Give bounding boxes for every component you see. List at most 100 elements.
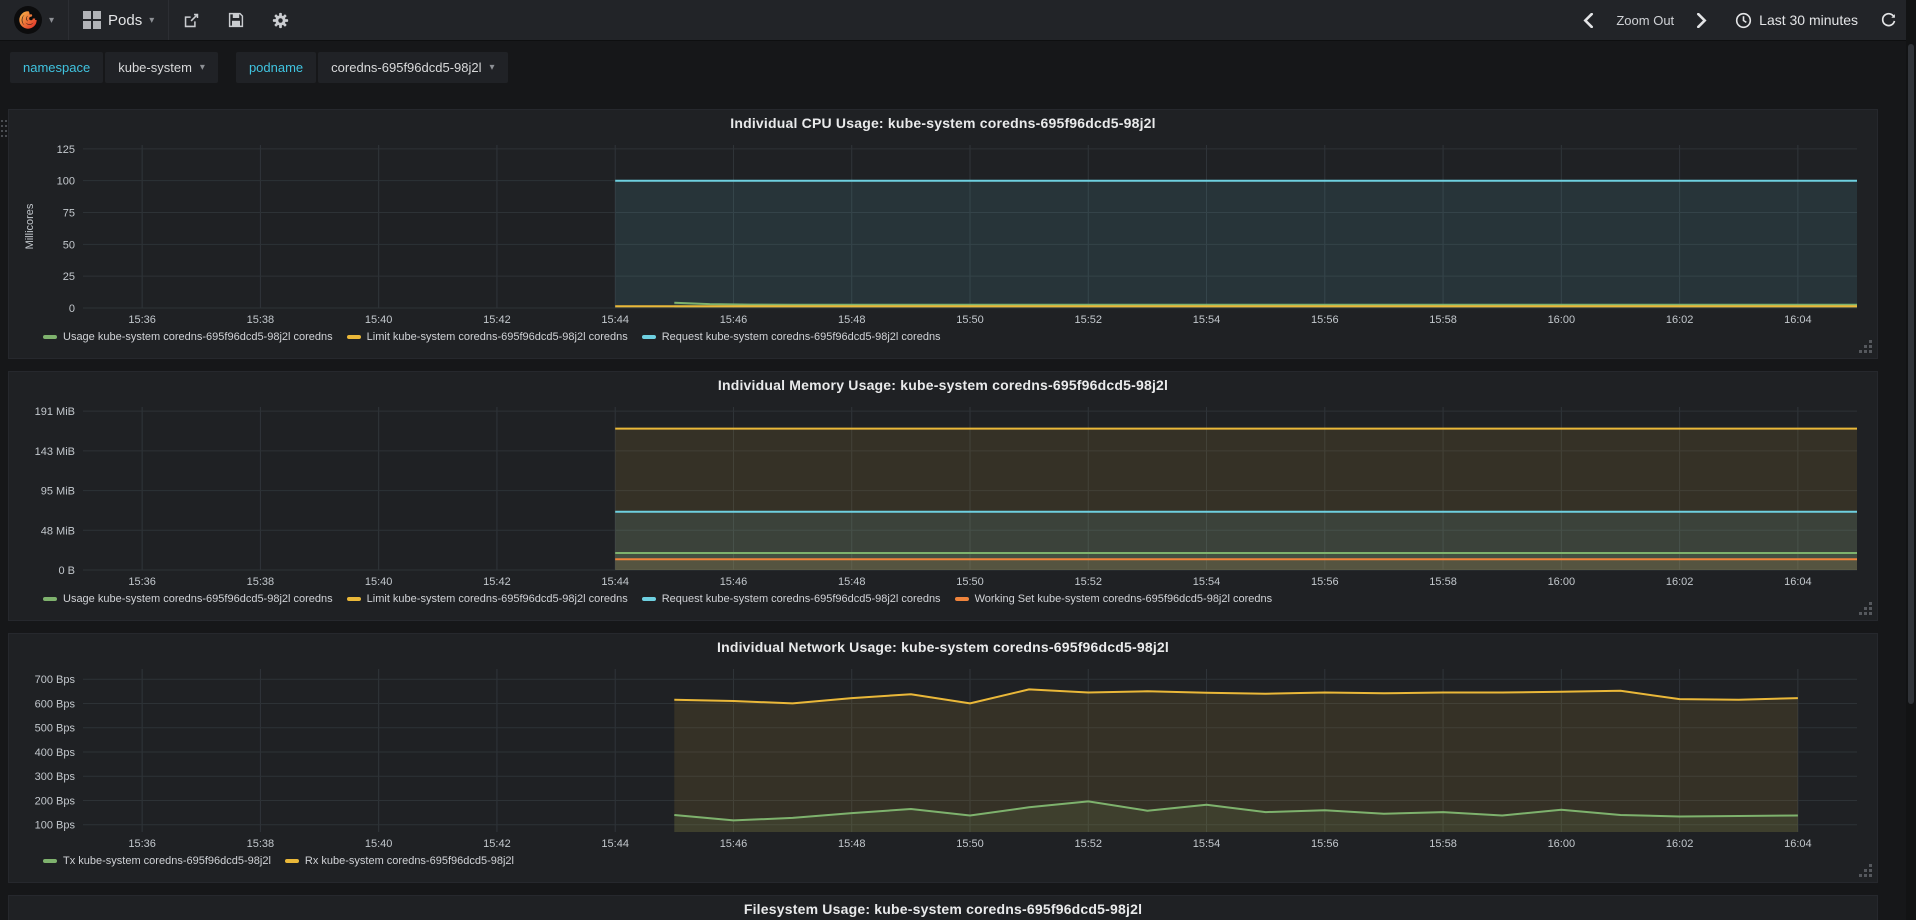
memory-chart[interactable]: 15:36 15:38 15:40 15:42 15:44 15:46 15:48 15:50… bbox=[17, 399, 1869, 591]
svg-text:15:48: 15:48 bbox=[838, 838, 866, 850]
legend-item[interactable]: Limit kube-system coredns-695f96dcd5-98j… bbox=[346, 593, 628, 605]
grafana-menu-button[interactable]: ▾ bbox=[0, 0, 68, 40]
svg-text:15:38: 15:38 bbox=[247, 576, 275, 588]
legend-series-name: Limit kube-system coredns-695f96dcd5-98j… bbox=[366, 593, 628, 605]
dashboard-picker[interactable]: Pods ▾ bbox=[69, 0, 168, 40]
legend-item[interactable]: Rx kube-system coredns-695f96dcd5-98j2l bbox=[284, 855, 514, 867]
svg-text:95 MiB: 95 MiB bbox=[41, 486, 75, 498]
svg-text:400 Bps: 400 Bps bbox=[35, 747, 76, 759]
legend-series-color bbox=[284, 859, 299, 863]
cpu-chart[interactable]: 15:36 15:38 15:40 15:42 15:44 15:46 15:48 15:50… bbox=[17, 137, 1869, 329]
svg-text:15:42: 15:42 bbox=[483, 838, 511, 850]
legend-series-color bbox=[43, 859, 57, 863]
legend-item[interactable]: Tx kube-system coredns-695f96dcd5-98j2l bbox=[43, 855, 271, 867]
network-legend: Tx kube-system coredns-695f96dcd5-98j2l R… bbox=[43, 855, 1869, 867]
legend-item[interactable]: Usage kube-system coredns-695f96dcd5-98j… bbox=[43, 593, 333, 605]
svg-text:15:54: 15:54 bbox=[1193, 576, 1221, 588]
svg-text:15:36: 15:36 bbox=[128, 838, 156, 850]
svg-text:15:40: 15:40 bbox=[365, 576, 393, 588]
save-button[interactable] bbox=[214, 0, 258, 40]
legend-series-name: Usage kube-system coredns-695f96dcd5-98j… bbox=[63, 593, 333, 605]
svg-text:16:02: 16:02 bbox=[1666, 576, 1694, 588]
settings-button[interactable] bbox=[258, 0, 303, 40]
variable-podname-value[interactable]: coredns-695f96dcd5-98j2l ▾ bbox=[318, 52, 508, 83]
svg-text:15:44: 15:44 bbox=[601, 576, 629, 588]
cpu-legend: Usage kube-system coredns-695f96dcd5-98j… bbox=[43, 331, 1869, 343]
svg-text:15:54: 15:54 bbox=[1193, 314, 1221, 326]
legend-series-color bbox=[954, 597, 969, 601]
svg-text:15:58: 15:58 bbox=[1429, 314, 1457, 326]
legend-item[interactable]: Working Set kube-system coredns-695f96dc… bbox=[954, 593, 1273, 605]
svg-text:15:42: 15:42 bbox=[483, 576, 511, 588]
svg-text:Millicores: Millicores bbox=[24, 203, 36, 249]
svg-text:16:00: 16:00 bbox=[1548, 838, 1576, 850]
network-chart[interactable]: 15:36 15:38 15:40 15:42 15:44 15:46 15:48 15:50… bbox=[17, 661, 1869, 853]
variable-namespace: namespace kube-system ▾ bbox=[10, 52, 218, 83]
legend-series-color bbox=[641, 335, 656, 339]
variable-podname: podname coredns-695f96dcd5-98j2l ▾ bbox=[235, 52, 508, 83]
legend-series-color bbox=[43, 597, 57, 601]
legend-item[interactable]: Request kube-system coredns-695f96dcd5-9… bbox=[641, 593, 941, 605]
legend-item[interactable]: Usage kube-system coredns-695f96dcd5-98j… bbox=[43, 331, 333, 343]
time-picker-button[interactable]: Last 30 minutes bbox=[1724, 0, 1869, 40]
chevron-down-icon: ▾ bbox=[199, 62, 205, 73]
legend-series-name: Rx kube-system coredns-695f96dcd5-98j2l bbox=[304, 855, 514, 867]
refresh-button[interactable] bbox=[1869, 0, 1908, 40]
drag-handle[interactable] bbox=[1, 120, 7, 166]
time-back-button[interactable] bbox=[1572, 0, 1605, 40]
panel-filesystem: Filesystem Usage: kube-system coredns-69… bbox=[8, 895, 1878, 920]
variable-namespace-value[interactable]: kube-system ▾ bbox=[105, 52, 218, 83]
scrollbar-thumb[interactable] bbox=[1908, 44, 1914, 704]
svg-text:300 Bps: 300 Bps bbox=[35, 771, 76, 783]
svg-text:16:04: 16:04 bbox=[1784, 314, 1812, 326]
chevron-right-icon bbox=[1697, 12, 1707, 28]
svg-text:191 MiB: 191 MiB bbox=[35, 406, 75, 418]
share-icon bbox=[185, 13, 199, 27]
svg-text:600 Bps: 600 Bps bbox=[35, 698, 76, 710]
save-icon bbox=[229, 12, 244, 28]
time-range-label: Last 30 minutes bbox=[1759, 12, 1858, 28]
svg-text:15:50: 15:50 bbox=[956, 314, 984, 326]
svg-text:100: 100 bbox=[57, 176, 75, 188]
zoom-out-button[interactable]: Zoom Out bbox=[1605, 0, 1685, 40]
svg-text:16:02: 16:02 bbox=[1666, 838, 1694, 850]
svg-text:15:38: 15:38 bbox=[247, 838, 275, 850]
legend-item[interactable]: Request kube-system coredns-695f96dcd5-9… bbox=[641, 331, 941, 343]
panel-title[interactable]: Filesystem Usage: kube-system coredns-69… bbox=[17, 896, 1869, 920]
dashboard-panels: Individual CPU Usage: kube-system coredn… bbox=[0, 83, 1916, 920]
legend-series-name: Working Set kube-system coredns-695f96dc… bbox=[974, 593, 1273, 605]
navbar: ▾ Pods ▾ Zoom Out Last 30 minutes bbox=[0, 0, 1916, 41]
gear-icon bbox=[273, 12, 289, 28]
svg-text:50: 50 bbox=[63, 239, 75, 251]
panel-network: Individual Network Usage: kube-system co… bbox=[8, 633, 1878, 883]
svg-text:100 Bps: 100 Bps bbox=[35, 820, 76, 832]
time-forward-button[interactable] bbox=[1685, 0, 1718, 40]
panel-title[interactable]: Individual Network Usage: kube-system co… bbox=[17, 634, 1869, 661]
svg-text:15:58: 15:58 bbox=[1429, 838, 1457, 850]
panel-resize-handle[interactable] bbox=[1869, 874, 1872, 877]
panel-title[interactable]: Individual CPU Usage: kube-system coredn… bbox=[17, 110, 1869, 137]
svg-text:15:36: 15:36 bbox=[128, 314, 156, 326]
svg-text:15:40: 15:40 bbox=[365, 314, 393, 326]
grid-icon bbox=[83, 11, 102, 29]
panel-title[interactable]: Individual Memory Usage: kube-system cor… bbox=[17, 372, 1869, 399]
panel-cpu: Individual CPU Usage: kube-system coredn… bbox=[8, 109, 1878, 359]
legend-series-color bbox=[346, 597, 361, 601]
panel-resize-handle[interactable] bbox=[1869, 350, 1872, 353]
variable-namespace-label: namespace bbox=[10, 52, 104, 83]
panel-resize-handle[interactable] bbox=[1869, 612, 1872, 615]
dashboard-title: Pods bbox=[108, 11, 143, 29]
svg-text:15:42: 15:42 bbox=[483, 314, 511, 326]
memory-legend: Usage kube-system coredns-695f96dcd5-98j… bbox=[43, 593, 1869, 605]
svg-text:125: 125 bbox=[57, 144, 75, 156]
legend-series-name: Request kube-system coredns-695f96dcd5-9… bbox=[661, 593, 941, 605]
legend-series-color bbox=[346, 335, 361, 339]
share-button[interactable] bbox=[169, 0, 214, 40]
svg-text:15:52: 15:52 bbox=[1075, 314, 1103, 326]
legend-item[interactable]: Limit kube-system coredns-695f96dcd5-98j… bbox=[346, 331, 628, 343]
variable-podname-label: podname bbox=[235, 52, 317, 83]
svg-text:15:54: 15:54 bbox=[1193, 838, 1221, 850]
svg-text:16:04: 16:04 bbox=[1784, 838, 1812, 850]
scrollbar bbox=[1906, 0, 1916, 920]
svg-text:15:44: 15:44 bbox=[601, 314, 629, 326]
